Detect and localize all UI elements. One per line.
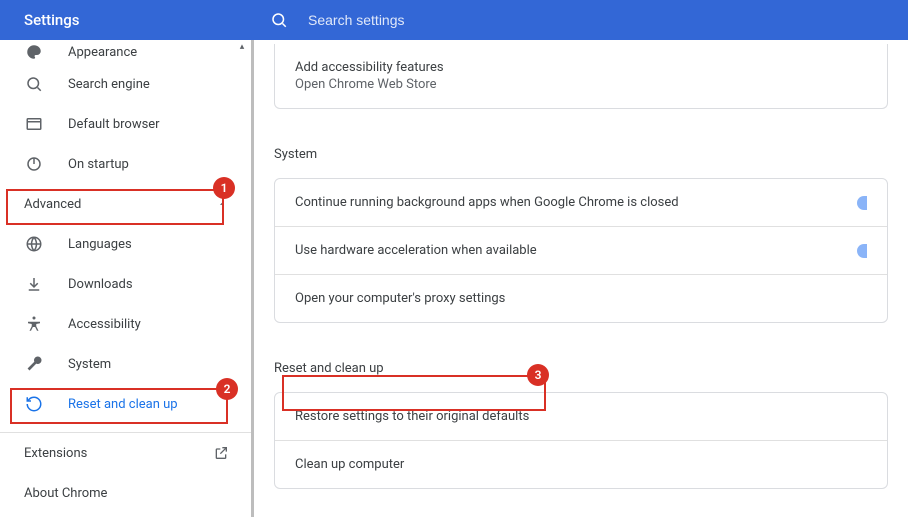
sidebar-item-label: System (68, 357, 111, 372)
wrench-icon (24, 354, 44, 374)
sidebar-item-reset-cleanup[interactable]: Reset and clean up (0, 384, 251, 424)
about-label: About Chrome (24, 486, 107, 501)
sidebar-item-default-browser[interactable]: Default browser (0, 104, 251, 144)
search-input[interactable] (308, 12, 708, 28)
content-area: Add accessibility features Open Chrome W… (254, 40, 908, 517)
toggle-switch[interactable] (857, 196, 867, 210)
globe-icon (24, 234, 44, 254)
sidebar-item-appearance[interactable]: Appearance (0, 40, 251, 64)
paint-icon (24, 42, 44, 62)
row-restore-defaults[interactable]: Restore settings to their original defau… (275, 393, 887, 440)
search-icon (24, 74, 44, 94)
sidebar-item-about[interactable]: About Chrome (0, 473, 251, 513)
sidebar-item-label: Downloads (68, 277, 133, 292)
search-icon (270, 11, 288, 29)
advanced-label: Advanced (24, 197, 81, 212)
sidebar-advanced-toggle[interactable]: Advanced (0, 184, 251, 224)
sidebar-item-downloads[interactable]: Downloads (0, 264, 251, 304)
row-label: Continue running background apps when Go… (295, 195, 679, 210)
page-title: Settings (24, 11, 80, 29)
sidebar-item-languages[interactable]: Languages (0, 224, 251, 264)
search-bar (254, 0, 908, 40)
system-card: Continue running background apps when Go… (274, 178, 888, 323)
row-background-apps[interactable]: Continue running background apps when Go… (275, 179, 887, 226)
row-add-a11y-features[interactable]: Add accessibility features Open Chrome W… (275, 44, 887, 108)
toggle-switch[interactable] (857, 244, 867, 258)
sidebar-item-label: Accessibility (68, 317, 141, 332)
restore-icon (24, 394, 44, 414)
open-external-icon (213, 445, 229, 461)
extensions-label: Extensions (24, 446, 87, 461)
sidebar-item-accessibility[interactable]: Accessibility (0, 304, 251, 344)
section-title-reset: Reset and clean up (274, 347, 888, 384)
power-icon (24, 154, 44, 174)
sidebar-item-label: Languages (68, 237, 132, 252)
sidebar: ▴ Appearance Search engine Default brows… (0, 40, 254, 517)
scroll-up-arrow[interactable]: ▴ (235, 40, 249, 54)
row-title: Add accessibility features (295, 60, 444, 75)
sidebar-item-label: On startup (68, 157, 129, 172)
sidebar-item-system[interactable]: System (0, 344, 251, 384)
chevron-up-icon (217, 199, 227, 209)
section-title-system: System (274, 133, 888, 170)
browser-icon (24, 114, 44, 134)
row-label: Restore settings to their original defau… (295, 409, 529, 424)
sidebar-item-search-engine[interactable]: Search engine (0, 64, 251, 104)
sidebar-item-on-startup[interactable]: On startup (0, 144, 251, 184)
sidebar-item-label: Search engine (68, 77, 150, 92)
row-cleanup-computer[interactable]: Clean up computer (275, 440, 887, 488)
row-hardware-accel[interactable]: Use hardware acceleration when available (275, 226, 887, 274)
row-label: Clean up computer (295, 457, 404, 472)
sidebar-item-label: Reset and clean up (68, 397, 178, 412)
header: Settings (0, 0, 908, 40)
sidebar-item-label: Appearance (68, 45, 137, 60)
accessibility-icon (24, 314, 44, 334)
sidebar-item-label: Default browser (68, 117, 160, 132)
row-label: Open your computer's proxy settings (295, 291, 505, 306)
download-icon (24, 274, 44, 294)
accessibility-card: Add accessibility features Open Chrome W… (274, 44, 888, 109)
page-title-wrap: Settings (0, 0, 254, 40)
row-label: Use hardware acceleration when available (295, 243, 537, 258)
reset-card: Restore settings to their original defau… (274, 392, 888, 489)
row-proxy-settings[interactable]: Open your computer's proxy settings (275, 274, 887, 322)
row-subtitle: Open Chrome Web Store (295, 77, 444, 92)
sidebar-item-extensions[interactable]: Extensions (0, 433, 251, 473)
